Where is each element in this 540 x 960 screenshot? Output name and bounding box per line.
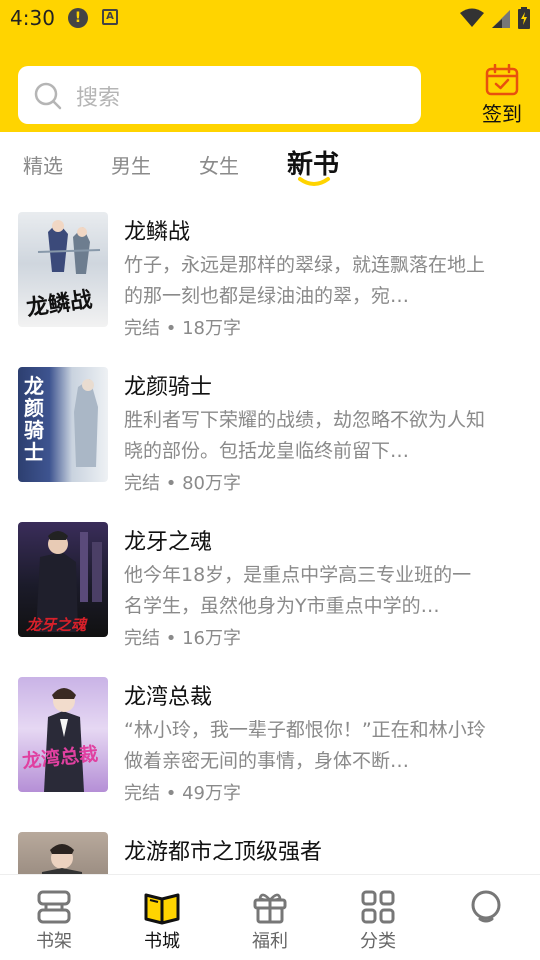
bottom-nav: 书架 书城 福利 分类	[0, 874, 540, 960]
book-description: “林小玲，我一辈子都恨你！”正在和林小玲做着亲密无间的事情，身体不断…	[124, 719, 486, 772]
book-meta: 完结 • 18万字	[124, 318, 241, 339]
a-notification-icon: A	[102, 9, 118, 25]
header: 搜索 签到	[0, 36, 540, 132]
book-item[interactable]: 龙游都市之顶级强者	[0, 832, 540, 874]
book-meta: 完结 • 49万字	[124, 783, 241, 804]
book-title: 龙颜骑士	[124, 375, 213, 400]
nav-bookstore[interactable]: 书城	[122, 875, 202, 960]
book-cover: 龙鳞战	[18, 212, 108, 327]
nav-label: 书架	[36, 931, 72, 952]
nav-label: 分类	[360, 931, 396, 952]
nav-label: 书城	[144, 931, 180, 952]
tab-featured[interactable]: 精选	[23, 150, 63, 179]
nav-label: 福利	[252, 931, 288, 952]
profile-icon	[471, 890, 501, 923]
status-time: 4:30	[10, 6, 55, 30]
active-tab-indicator	[298, 177, 330, 186]
book-cover: 龙湾总裁	[18, 677, 108, 792]
book-cover: 龙颜骑士	[18, 367, 108, 482]
calendar-check-icon	[485, 64, 519, 96]
book-title: 龙牙之魂	[124, 530, 213, 555]
book-status: 完结	[124, 318, 160, 339]
book-status: 完结	[124, 473, 160, 494]
gift-icon	[253, 893, 287, 924]
tab-female[interactable]: 女生	[199, 150, 239, 179]
book-item[interactable]: 龙颜骑士 龙颜骑士 胜利者写下荣耀的战绩，劫忽略不欲为人知晓的部份。包括龙皇临终…	[0, 367, 540, 507]
book-word-count: 49万字	[182, 783, 241, 804]
search-icon	[34, 82, 62, 110]
search-placeholder: 搜索	[76, 86, 121, 111]
category-tabs: 精选 男生 女生 新书	[0, 132, 540, 190]
tab-male[interactable]: 男生	[111, 150, 151, 179]
signin-button[interactable]: 签到	[472, 62, 532, 128]
book-word-count: 18万字	[182, 318, 241, 339]
book-title: 龙湾总裁	[124, 685, 213, 710]
wifi-icon	[460, 8, 484, 27]
book-description: 他今年18岁，是重点中学高三专业班的一名学生，虽然他身为Y市重点中学的…	[124, 564, 472, 617]
book-meta: 完结 • 80万字	[124, 473, 241, 494]
book-cover: 龙牙之魂	[18, 522, 108, 637]
book-word-count: 80万字	[182, 473, 241, 494]
nav-welfare[interactable]: 福利	[230, 875, 310, 960]
nav-bookshelf[interactable]: 书架	[14, 875, 94, 960]
search-input[interactable]: 搜索	[18, 66, 421, 124]
book-status: 完结	[124, 783, 160, 804]
book-cover	[18, 832, 108, 874]
book-item[interactable]: 龙鳞战 龙鳞战 竹子，永远是那样的翠绿，就连飘落在地上的那一刻也都是绿油油的翠，…	[0, 212, 540, 352]
status-right-icons	[460, 6, 530, 30]
status-bar: 4:30 ! A	[0, 0, 540, 36]
nav-profile[interactable]	[446, 875, 526, 960]
signin-label: 签到	[482, 102, 522, 126]
book-description: 竹子，永远是那样的翠绿，就连飘落在地上的那一刻也都是绿油油的翠，宛…	[124, 254, 486, 307]
signal-icon	[492, 10, 510, 28]
book-description: 胜利者写下荣耀的战绩，劫忽略不欲为人知晓的部份。包括龙皇临终前留下…	[124, 409, 486, 462]
alert-icon: !	[68, 8, 88, 28]
battery-icon	[518, 7, 530, 29]
bookstore-icon	[144, 893, 180, 925]
book-status: 完结	[124, 628, 160, 649]
cover-title: 龙牙之魂	[26, 616, 87, 634]
book-item[interactable]: 龙牙之魂 龙牙之魂 他今年18岁，是重点中学高三专业班的一名学生，虽然他身为Y市…	[0, 522, 540, 662]
category-grid-icon	[361, 890, 395, 924]
book-meta: 完结 • 16万字	[124, 628, 241, 649]
book-word-count: 16万字	[182, 628, 241, 649]
bookshelf-icon	[37, 890, 71, 924]
cover-title: 龙颜骑士	[24, 374, 44, 464]
book-item[interactable]: 龙湾总裁 龙湾总裁 “林小玲，我一辈子都恨你！”正在和林小玲做着亲密无间的事情，…	[0, 677, 540, 817]
nav-category[interactable]: 分类	[338, 875, 418, 960]
book-title: 龙鳞战	[124, 220, 191, 245]
book-title: 龙游都市之顶级强者	[124, 840, 323, 865]
